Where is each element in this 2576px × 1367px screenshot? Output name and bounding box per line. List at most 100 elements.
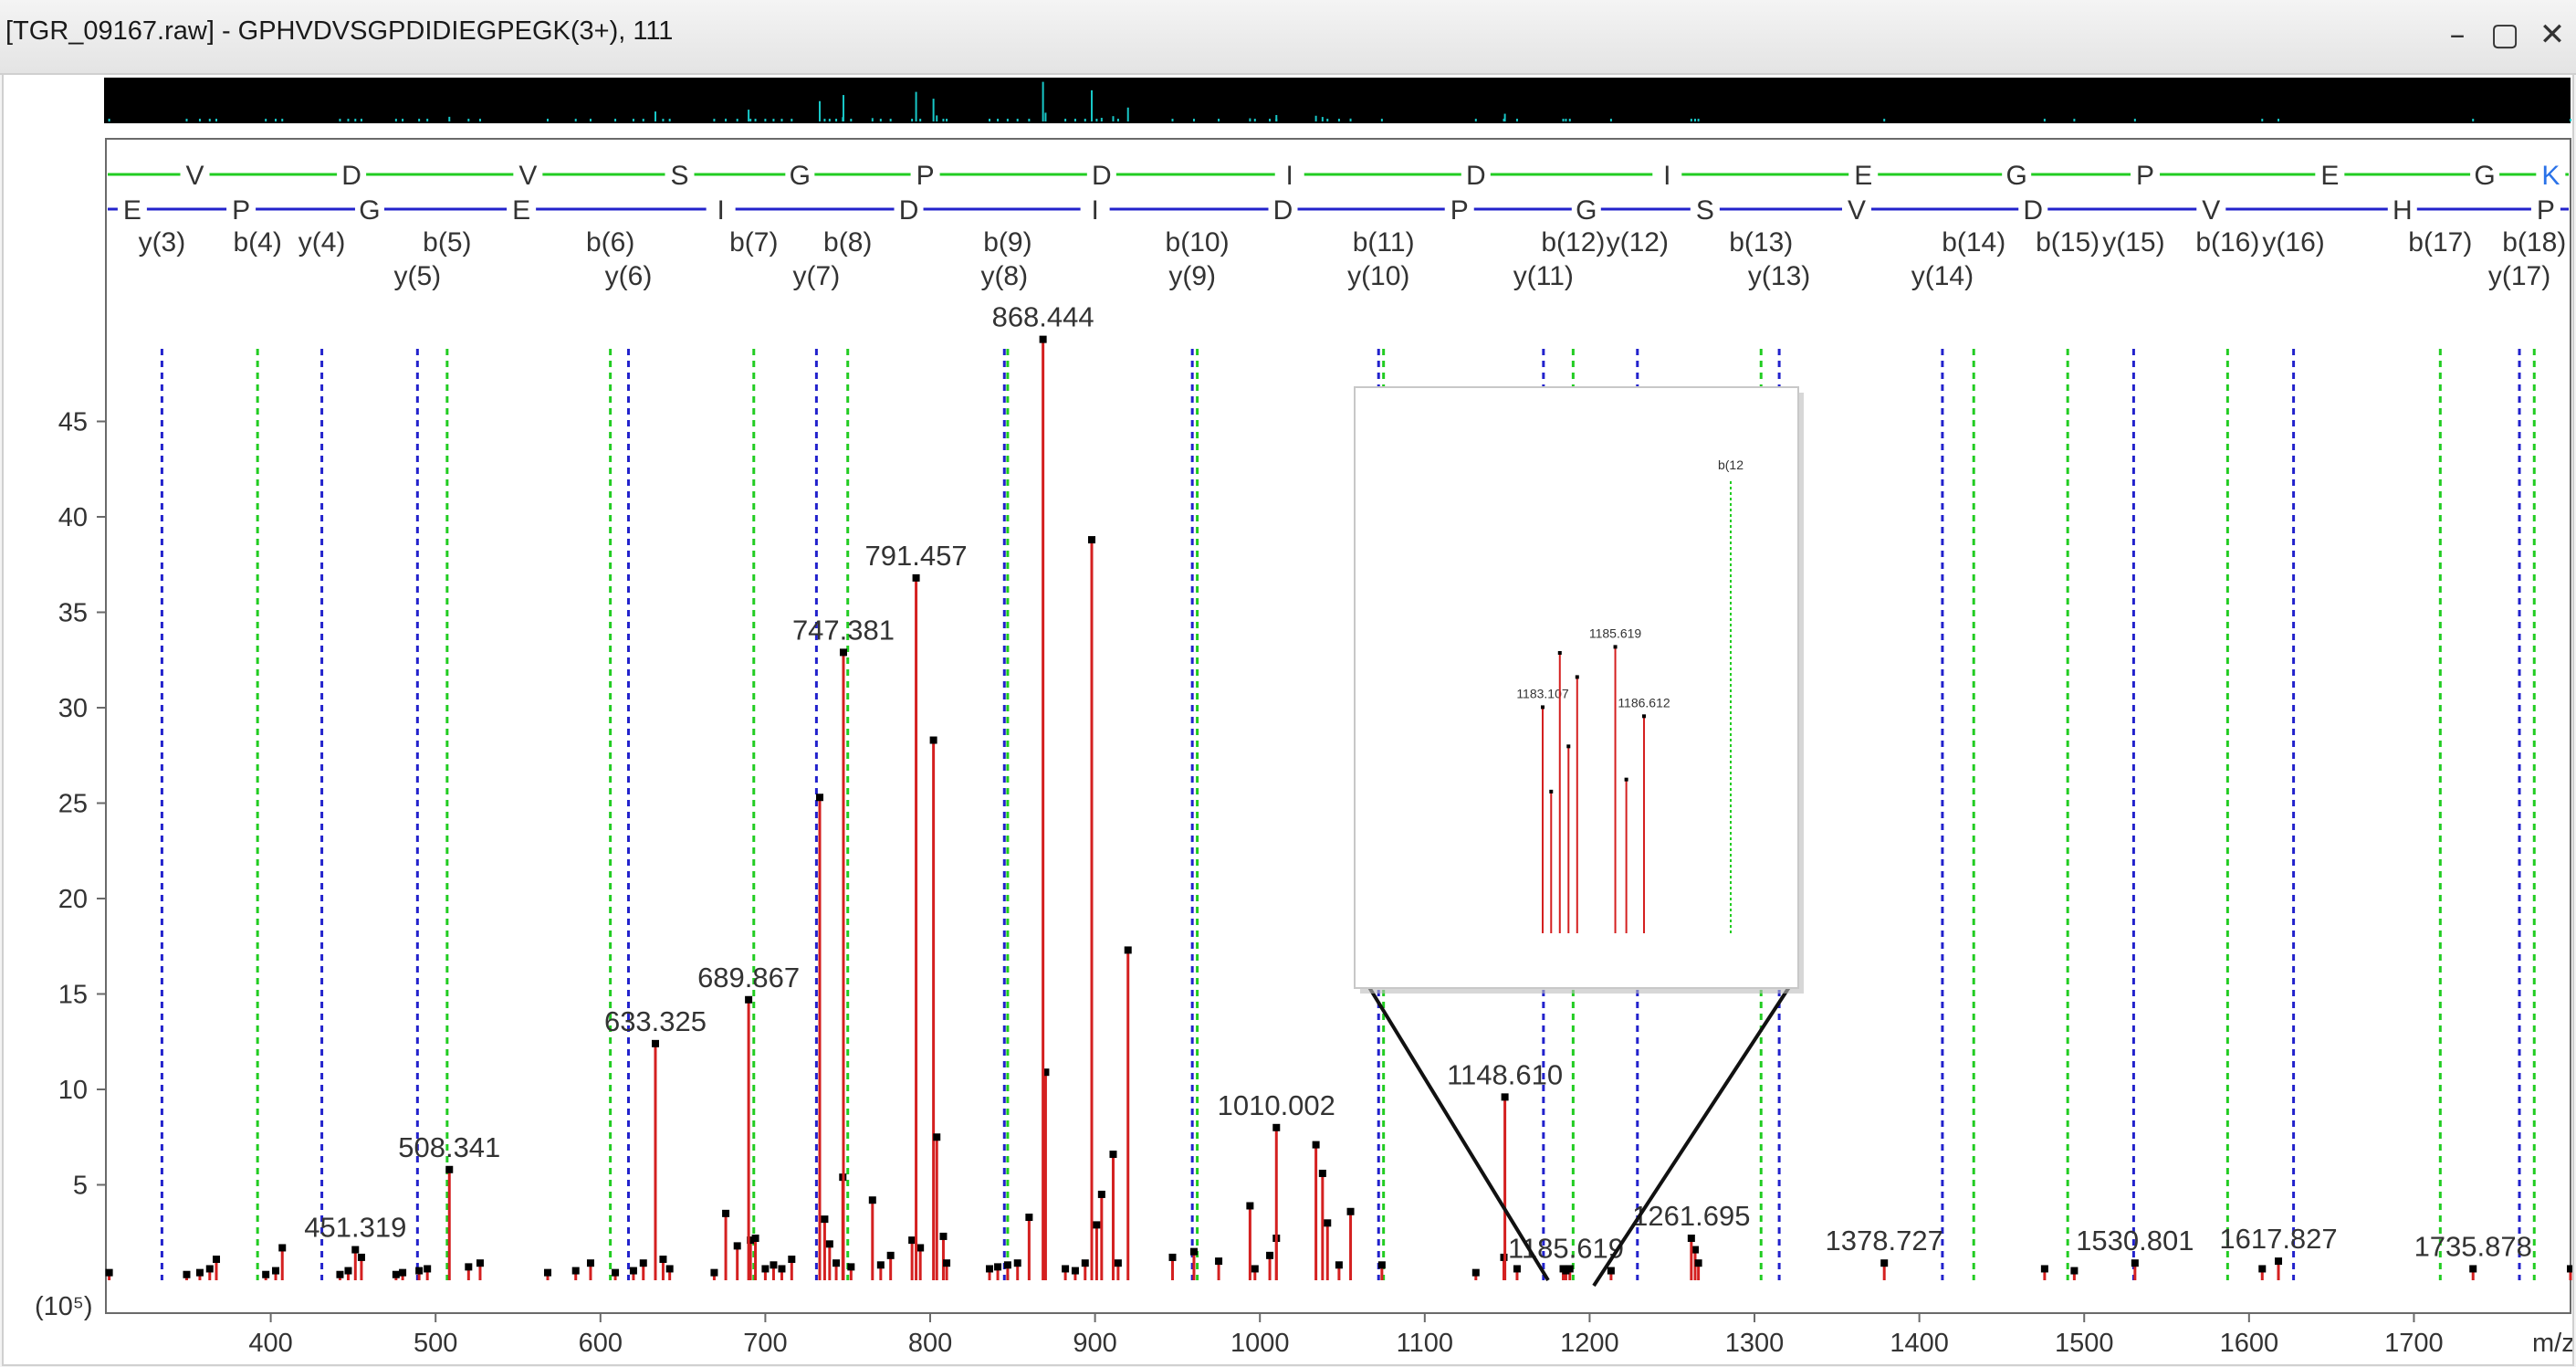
peak-label: 451.319 bbox=[304, 1212, 406, 1244]
labeled-peak-marker bbox=[1880, 1259, 1889, 1267]
y-ion-label: y(3) bbox=[139, 227, 186, 258]
peak-marker bbox=[1694, 1259, 1702, 1267]
y-residue: H bbox=[2393, 195, 2413, 226]
b-residue: E bbox=[2320, 161, 2339, 191]
x-tick-label: 1200 bbox=[1560, 1329, 1619, 1358]
y-residue: I bbox=[1091, 195, 1098, 226]
inset-peak-marker bbox=[1566, 744, 1571, 749]
peak-marker bbox=[612, 1268, 620, 1277]
y-ion-label: y(12) bbox=[1607, 227, 1669, 258]
y-residue: G bbox=[1576, 195, 1597, 226]
b-residue: G bbox=[790, 161, 811, 191]
peak-marker bbox=[1377, 1261, 1386, 1269]
peak-marker bbox=[357, 1253, 365, 1261]
b-residue: G bbox=[2006, 161, 2027, 191]
x-tick-label: 1100 bbox=[1397, 1329, 1453, 1358]
peak-marker bbox=[916, 1244, 925, 1252]
peak-marker bbox=[751, 1235, 759, 1243]
peak-marker bbox=[424, 1265, 432, 1273]
peak-label: 1185.619 bbox=[1508, 1233, 1624, 1265]
maximize-icon[interactable]: ▢ bbox=[2485, 13, 2525, 57]
peak-marker bbox=[1335, 1261, 1343, 1269]
minimize-icon[interactable]: – bbox=[2437, 13, 2477, 57]
b-ion-label: b(9) bbox=[983, 227, 1031, 258]
peak-marker bbox=[629, 1267, 637, 1275]
b-residue: P bbox=[2136, 161, 2154, 191]
peak-marker bbox=[476, 1259, 484, 1267]
peak-marker bbox=[1513, 1265, 1521, 1273]
peak-marker bbox=[832, 1259, 841, 1267]
peak-marker bbox=[733, 1242, 741, 1250]
peak-marker bbox=[465, 1263, 473, 1271]
x-axis: 400 500 600 700 800 900 1000 1100 1200 1300 1400 15… bbox=[106, 1312, 2571, 1358]
peak-marker bbox=[571, 1267, 580, 1275]
peak-marker bbox=[788, 1256, 796, 1264]
y-tick-label: 35 bbox=[58, 599, 88, 628]
b-ion-label: b(15) bbox=[2036, 227, 2100, 258]
b-ion-label: b(5) bbox=[423, 227, 471, 258]
b-ion-label: b(13) bbox=[1729, 227, 1793, 258]
peak-marker bbox=[1071, 1267, 1079, 1275]
y-ion-label: y(17) bbox=[2488, 261, 2550, 291]
spectrum-chart[interactable]: V D V S G P D I D I E G P E G KE P G E I D I D P G S V D V H P 451.319… bbox=[4, 75, 2572, 1364]
window-title: [TGR_09167.raw] - GPHVDVSGPDIDIEGPEGK(3+… bbox=[5, 16, 674, 46]
peak-marker bbox=[544, 1268, 552, 1277]
peak-marker bbox=[262, 1270, 270, 1278]
peak-marker bbox=[943, 1259, 951, 1267]
peak-label: 1378.727 bbox=[1826, 1225, 1943, 1257]
labeled-peak-marker bbox=[1562, 1267, 1570, 1275]
peak-marker bbox=[1189, 1247, 1198, 1256]
y-residue: E bbox=[512, 195, 530, 226]
y-residue: D bbox=[2023, 195, 2043, 226]
peak-marker bbox=[105, 1268, 113, 1277]
inset-peak-marker bbox=[1624, 777, 1628, 782]
x-tick-label: 1600 bbox=[2220, 1329, 2279, 1358]
peak-marker bbox=[939, 1232, 948, 1240]
y-residue: V bbox=[2202, 195, 2220, 226]
y-residue: P bbox=[2537, 195, 2555, 226]
y-ion-label: y(11) bbox=[1513, 261, 1574, 291]
peak-marker bbox=[2040, 1265, 2048, 1273]
peak-marker bbox=[1246, 1202, 1254, 1210]
peak-marker bbox=[821, 1215, 829, 1224]
peak-marker bbox=[392, 1270, 400, 1278]
close-icon[interactable]: ✕ bbox=[2532, 13, 2572, 57]
x-tick-label: 700 bbox=[743, 1329, 787, 1358]
b-residue: V bbox=[518, 161, 537, 191]
peak-marker bbox=[2567, 1265, 2572, 1273]
b-residue: G bbox=[2474, 161, 2495, 191]
x-tick-label: 1300 bbox=[1725, 1329, 1785, 1358]
labeled-peak-marker bbox=[2275, 1257, 2283, 1266]
overview-strip[interactable] bbox=[104, 78, 2571, 123]
labeled-peak-marker bbox=[1272, 1123, 1281, 1131]
b-ion-label: b(12) bbox=[1541, 227, 1605, 258]
b-ion-label: b(7) bbox=[729, 227, 778, 258]
y-tick-label: 40 bbox=[58, 503, 88, 532]
peak-marker bbox=[665, 1265, 674, 1273]
labeled-peak-marker bbox=[651, 1039, 659, 1047]
peak-marker bbox=[586, 1259, 594, 1267]
labeled-peak-marker bbox=[912, 573, 920, 582]
b-residue: D bbox=[1466, 161, 1486, 191]
b-residue: I bbox=[1663, 161, 1670, 191]
peak-marker bbox=[1215, 1257, 1223, 1266]
inset-peak-marker bbox=[1557, 651, 1562, 656]
peak-label: 1010.002 bbox=[1218, 1089, 1335, 1121]
y-tick-label: 15 bbox=[58, 981, 88, 1010]
peak-marker bbox=[816, 794, 824, 802]
peak-marker bbox=[1025, 1214, 1033, 1222]
b-residue: V bbox=[186, 161, 204, 191]
b-residue: E bbox=[1854, 161, 1872, 191]
peak-marker bbox=[2258, 1265, 2267, 1273]
b-ion-label: b(8) bbox=[823, 227, 872, 258]
peak-marker bbox=[415, 1267, 424, 1275]
x-tick-label: 400 bbox=[248, 1329, 292, 1358]
b-ion-label: b(14) bbox=[1942, 227, 2005, 258]
y-ion-label: y(7) bbox=[793, 261, 841, 291]
inset-peak-label: 1183.107 bbox=[1516, 686, 1569, 700]
y-residue: P bbox=[1450, 195, 1469, 226]
y-tick-label: 5 bbox=[73, 1172, 88, 1201]
x-tick-label: 1000 bbox=[1230, 1329, 1290, 1358]
peak-marker bbox=[1324, 1219, 1332, 1227]
y-tick-label: 10 bbox=[58, 1076, 88, 1105]
